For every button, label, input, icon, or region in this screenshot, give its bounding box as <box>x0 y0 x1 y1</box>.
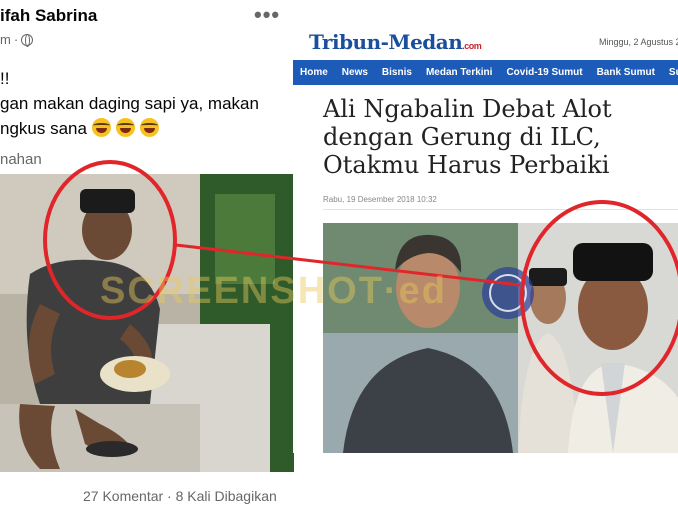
main-nav: Home News Bisnis Medan Terkini Covid-19 … <box>293 60 678 85</box>
laughing-emoji-icon <box>139 118 159 137</box>
post-meta: m · <box>0 32 34 47</box>
highlight-circle-right <box>520 200 678 396</box>
post-text-line: !! <box>0 69 10 88</box>
nav-item-bisnis[interactable]: Bisnis <box>375 67 419 78</box>
post-text: !! gan makan daging sapi ya, makan ngkus… <box>0 66 259 141</box>
post-time[interactable]: m <box>0 32 11 47</box>
site-header: Tribun-Medan.com Minggu, 2 Agustus 2 <box>293 23 678 60</box>
translation-link[interactable]: nahan <box>0 151 42 168</box>
post-text-line: ngkus sana <box>0 116 259 141</box>
nav-item-sumut[interactable]: Sumut <box>662 67 678 78</box>
nav-item-medan-terkini[interactable]: Medan Terkini <box>419 67 500 78</box>
laughing-emoji-icon <box>91 118 111 137</box>
nav-item-news[interactable]: News <box>335 67 375 78</box>
header-date: Minggu, 2 Agustus 2 <box>599 37 678 47</box>
more-options-icon[interactable]: ••• <box>254 2 280 28</box>
nav-item-covid19-sumut[interactable]: Covid-19 Sumut <box>499 67 589 78</box>
article-date: Rabu, 19 Desember 2018 10:32 <box>323 195 437 204</box>
public-globe-icon <box>21 33 34 47</box>
post-stats[interactable]: 27 Komentar · 8 Kali Dibagikan <box>83 488 277 504</box>
tribun-medan-logo[interactable]: Tribun-Medan.com <box>309 30 482 54</box>
nav-item-home[interactable]: Home <box>293 67 335 78</box>
article-title: Ali Ngabalin Debat Alot dengan Gerung di… <box>323 95 612 179</box>
post-text-line: gan makan daging sapi ya, makan <box>0 94 259 113</box>
post-author-name[interactable]: ifah Sabrina <box>0 6 97 26</box>
nav-item-bank-sumut[interactable]: Bank Sumut <box>590 67 662 78</box>
watermark-text: SCREENSHOT·ed <box>100 270 447 312</box>
laughing-emoji-icon <box>115 118 135 137</box>
